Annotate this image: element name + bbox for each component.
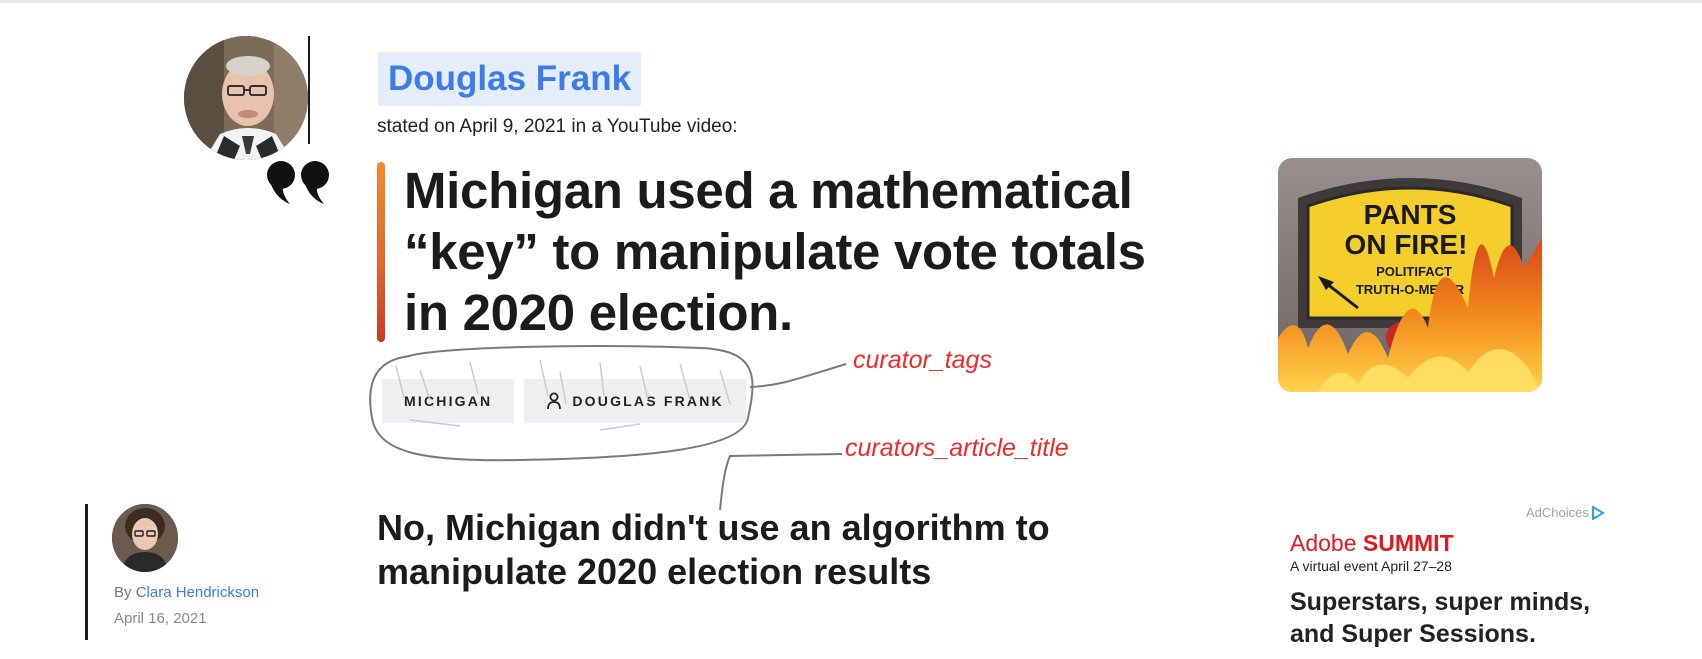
- annotation-curators-article-title: curators_article_title: [845, 434, 1069, 462]
- speaker-divider: [308, 36, 310, 144]
- statement-accent-bar: [377, 162, 385, 342]
- tag-douglas-frank[interactable]: DOUGLAS FRANK: [524, 379, 746, 423]
- adchoices-icon: [1591, 505, 1605, 520]
- ad-subtitle: A virtual event April 27–28: [1290, 558, 1452, 574]
- article-date: April 16, 2021: [114, 610, 207, 627]
- meter-text: POLITIFACT: [1376, 264, 1452, 279]
- ad-headline-line: Superstars, super minds,: [1290, 588, 1591, 616]
- person-icon: [547, 392, 562, 410]
- statement-context: stated on April 9, 2021 in a YouTube vid…: [377, 116, 738, 137]
- article-title-line: manipulate 2020 election results: [377, 551, 932, 592]
- statement-quote: Michigan used a mathematical “key” to ma…: [404, 160, 1204, 343]
- statement-line: “key” to manipulate vote totals: [404, 223, 1146, 280]
- statement-line: in 2020 election.: [404, 284, 793, 341]
- ad-brand-bold: SUMMIT: [1362, 530, 1454, 556]
- speaker-avatar[interactable]: [184, 36, 308, 160]
- annotation-curator-tags: curator_tags: [853, 346, 992, 374]
- ad-headline-line: and Super Sessions.: [1290, 620, 1536, 648]
- tag-label: DOUGLAS FRANK: [572, 393, 724, 409]
- tag-michigan[interactable]: MICHIGAN: [382, 379, 515, 423]
- author-byline: By Clara Hendrickson: [114, 584, 259, 601]
- ad-headline[interactable]: Superstars, super minds, and Super Sessi…: [1290, 586, 1620, 650]
- author-avatar[interactable]: [112, 504, 178, 572]
- ad-brand[interactable]: Adobe SUMMIT: [1290, 530, 1454, 557]
- curator-tags: MICHIGAN DOUGLAS FRANK: [382, 379, 746, 423]
- top-rule: [0, 0, 1702, 3]
- statement-line: Michigan used a mathematical: [404, 162, 1133, 219]
- author-divider: [85, 504, 88, 640]
- byline-prefix: By: [114, 584, 132, 601]
- meter-text: ON FIRE!: [1345, 229, 1468, 260]
- adchoices-link[interactable]: AdChoices: [1526, 505, 1605, 520]
- tag-label: MICHIGAN: [404, 393, 493, 409]
- author-name-link[interactable]: Clara Hendrickson: [136, 584, 259, 601]
- meter-text: PANTS: [1364, 199, 1457, 230]
- article-title-line: No, Michigan didn't use an algorithm to: [377, 507, 1050, 548]
- truth-o-meter-image: PANTS ON FIRE! POLITIFACT TRUTH-O-METER: [1278, 158, 1542, 392]
- quote-icon: [267, 161, 329, 204]
- speaker-name-link[interactable]: Douglas Frank: [378, 52, 642, 106]
- ad-brand-prefix: Adobe: [1290, 530, 1357, 556]
- adchoices-label: AdChoices: [1526, 505, 1589, 520]
- article-title-link[interactable]: No, Michigan didn't use an algorithm to …: [377, 506, 1137, 594]
